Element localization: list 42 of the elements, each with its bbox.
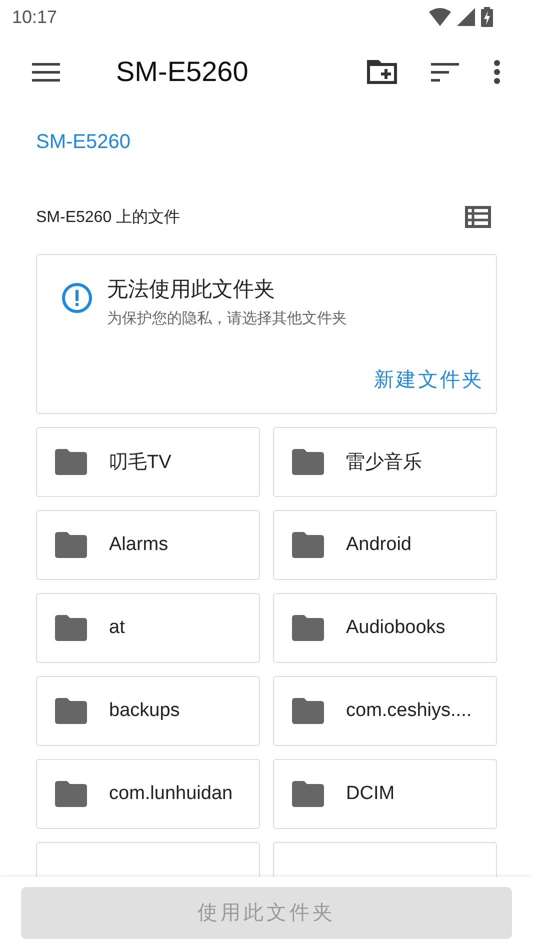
folder-item[interactable]: Android [273, 510, 497, 580]
wifi-icon [429, 8, 451, 26]
folder-name: at [109, 617, 125, 639]
folder-item[interactable]: at [36, 593, 260, 663]
folder-name: Alarms [109, 534, 168, 556]
folder-icon [55, 449, 87, 475]
folder-item[interactable]: DCIM [273, 759, 497, 829]
folder-icon [55, 781, 87, 807]
folder-item[interactable]: Audiobooks [273, 593, 497, 663]
folder-name: 叨毛TV [109, 451, 172, 475]
section-title: SM-E5260 上的文件 [36, 208, 180, 228]
new-folder-link[interactable]: 新建文件夹 [374, 366, 484, 393]
more-options-icon [493, 60, 501, 84]
folder-name: com.ceshiys.... [346, 700, 472, 722]
folder-item[interactable]: com.ceshiys.... [273, 676, 497, 746]
folder-name: DCIM [346, 783, 395, 805]
battery-charging-icon [481, 7, 493, 27]
folder-icon [55, 698, 87, 724]
notice-message: 为保护您的隐私，请选择其他文件夹 [107, 309, 347, 328]
folder-name: Android [346, 534, 412, 556]
folder-icon [292, 698, 324, 724]
status-time: 10:17 [12, 6, 58, 28]
folder-icon [292, 532, 324, 558]
folder-icon [55, 532, 87, 558]
signal-icon [457, 8, 475, 26]
notice-title: 无法使用此文件夹 [107, 277, 276, 303]
breadcrumb-item[interactable]: SM-E5260 [36, 128, 130, 156]
folder-name: Audiobooks [346, 617, 446, 639]
folder-icon [292, 781, 324, 807]
folder-item[interactable]: 叨毛TV [36, 427, 260, 497]
folder-name: 雷少音乐 [346, 451, 422, 475]
folder-icon [55, 615, 87, 641]
folder-item[interactable]: Alarms [36, 510, 260, 580]
folder-item[interactable]: backups [36, 676, 260, 746]
folder-name: com.lunhuidan [109, 783, 233, 805]
folder-name: backups [109, 700, 180, 722]
folder-icon [292, 615, 324, 641]
folder-icon [292, 449, 324, 475]
info-icon [61, 282, 93, 314]
toolbar-title: SM-E5260 [116, 56, 250, 88]
folder-item[interactable]: 雷少音乐 [273, 427, 497, 497]
folder-item[interactable]: com.lunhuidan [36, 759, 260, 829]
